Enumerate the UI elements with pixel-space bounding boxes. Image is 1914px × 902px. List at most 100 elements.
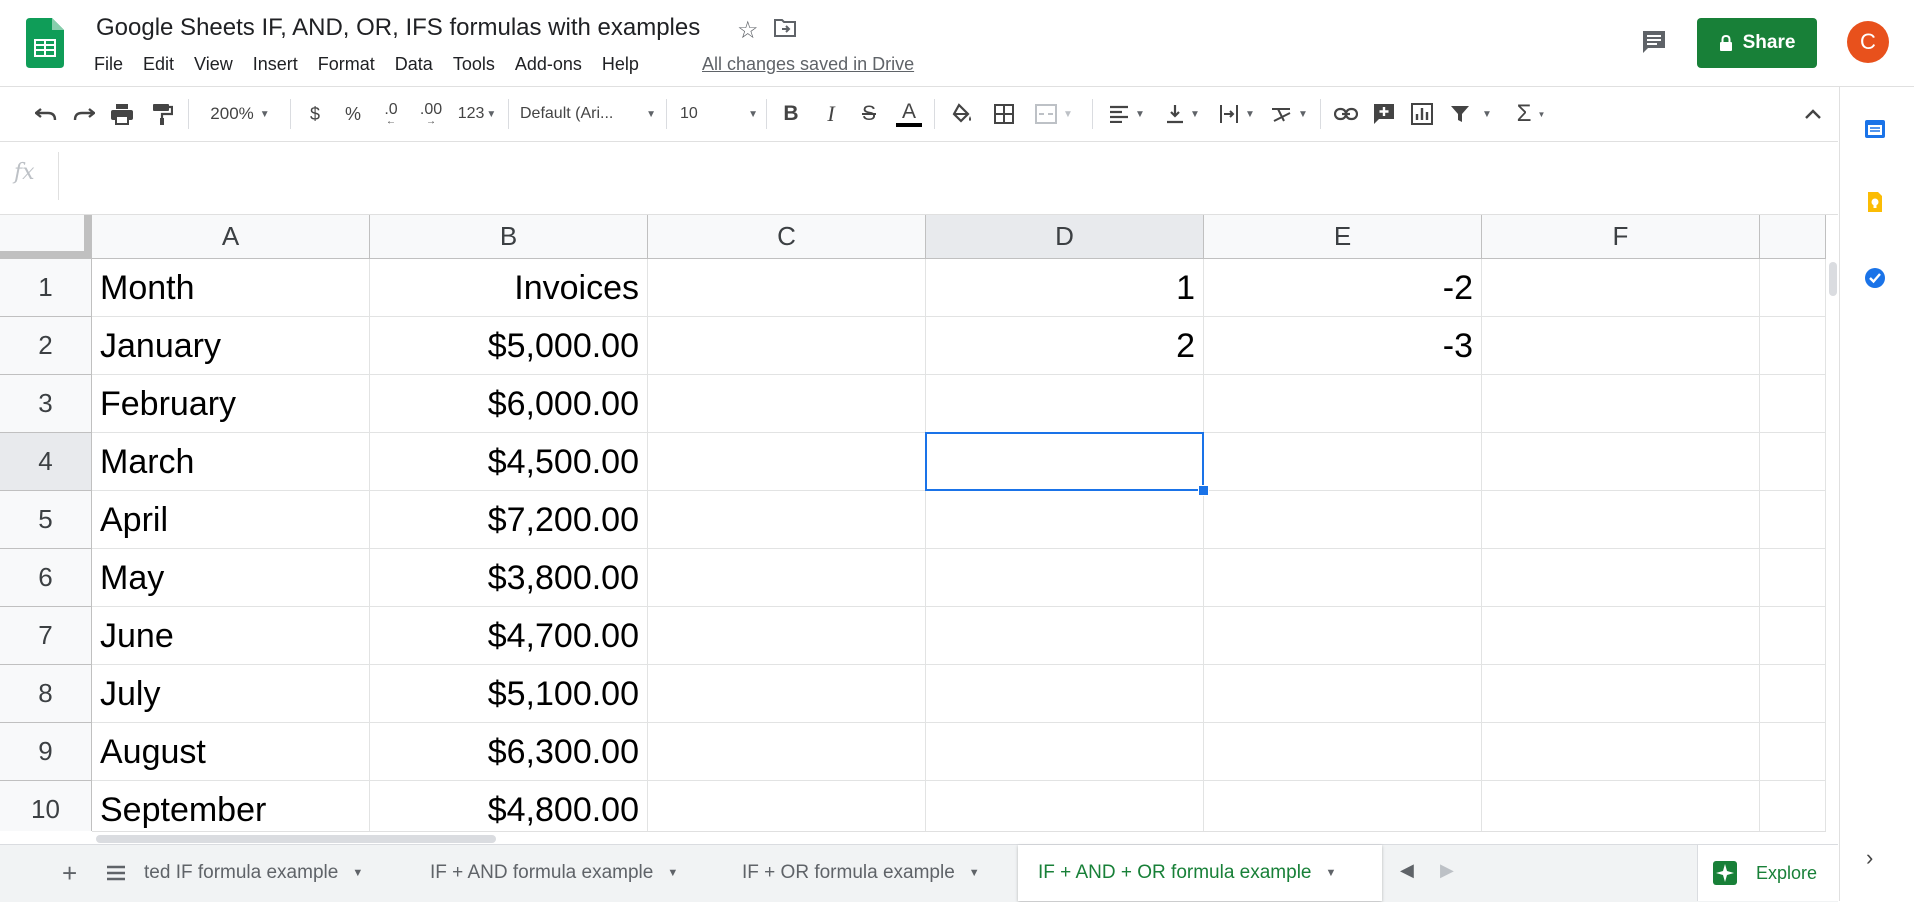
share-button[interactable]: Share (1697, 18, 1817, 68)
fill-handle[interactable] (1198, 485, 1209, 496)
formula-bar[interactable] (0, 142, 1838, 215)
cell-a7[interactable]: June (92, 607, 370, 665)
row-header-7[interactable]: 7 (0, 607, 92, 665)
print-icon[interactable] (106, 87, 138, 141)
borders-icon[interactable] (988, 87, 1020, 141)
comments-icon[interactable] (1640, 28, 1668, 56)
cell-d10[interactable] (926, 781, 1204, 831)
cell-f9[interactable] (1482, 723, 1760, 781)
vertical-align-icon[interactable]: ▼ (1160, 87, 1206, 141)
cell-g9[interactable] (1760, 723, 1826, 781)
cell-e4[interactable] (1204, 433, 1482, 491)
tasks-icon[interactable] (1864, 267, 1886, 289)
menu-file[interactable]: File (94, 54, 133, 76)
cell-a2[interactable]: January (92, 317, 370, 375)
column-header-b[interactable]: B (370, 215, 648, 259)
menu-help[interactable]: Help (592, 54, 649, 76)
cell-g7[interactable] (1760, 607, 1826, 665)
cell-a3[interactable]: February (92, 375, 370, 433)
row-header-10[interactable]: 10 (0, 781, 92, 831)
cell-d9[interactable] (926, 723, 1204, 781)
text-rotation-icon[interactable]: ▼ (1266, 87, 1312, 141)
column-header-a[interactable]: A (92, 215, 370, 259)
select-all-corner[interactable] (0, 215, 92, 259)
column-header-c[interactable]: C (648, 215, 926, 259)
format-percent-button[interactable]: % (338, 87, 368, 141)
cell-a10[interactable]: September (92, 781, 370, 831)
cell-f1[interactable] (1482, 259, 1760, 317)
column-header-e[interactable]: E (1204, 215, 1482, 259)
cell-a1[interactable]: Month (92, 259, 370, 317)
cell-a9[interactable]: August (92, 723, 370, 781)
cell-d5[interactable] (926, 491, 1204, 549)
italic-button[interactable]: I (816, 87, 846, 141)
menu-addons[interactable]: Add-ons (505, 54, 592, 76)
horizontal-scroll-thumb[interactable] (96, 835, 496, 843)
cell-f3[interactable] (1482, 375, 1760, 433)
calendar-icon[interactable] (1864, 117, 1886, 139)
menu-edit[interactable]: Edit (133, 54, 184, 76)
bold-button[interactable]: B (776, 87, 806, 141)
undo-icon[interactable] (30, 87, 62, 141)
insert-link-icon[interactable] (1330, 87, 1362, 141)
cell-b3[interactable]: $6,000.00 (370, 375, 648, 433)
cell-g4[interactable] (1760, 433, 1826, 491)
vertical-scroll-thumb[interactable] (1829, 262, 1837, 296)
cell-c3[interactable] (648, 375, 926, 433)
cell-f4[interactable] (1482, 433, 1760, 491)
cell-b5[interactable]: $7,200.00 (370, 491, 648, 549)
fill-color-icon[interactable] (946, 87, 978, 141)
cell-b1[interactable]: Invoices (370, 259, 648, 317)
paint-format-icon[interactable] (146, 87, 178, 141)
save-status-link[interactable]: All changes saved in Drive (702, 54, 914, 75)
sheet-tab-2[interactable]: IF + AND formula example ▼ (410, 845, 700, 901)
row-header-6[interactable]: 6 (0, 549, 92, 607)
cell-c8[interactable] (648, 665, 926, 723)
sheet-tab-1[interactable]: ted IF formula example ▼ (138, 845, 388, 901)
more-formats-button[interactable]: 123 ▼ (454, 87, 500, 141)
cell-f5[interactable] (1482, 491, 1760, 549)
cell-d1[interactable]: 1 (926, 259, 1204, 317)
cell-b8[interactable]: $5,100.00 (370, 665, 648, 723)
cell-c5[interactable] (648, 491, 926, 549)
column-header-f[interactable]: F (1482, 215, 1760, 259)
cell-b7[interactable]: $4,700.00 (370, 607, 648, 665)
zoom-select[interactable]: 200% ▼ (200, 87, 280, 141)
collapse-toolbar-icon[interactable] (1796, 87, 1830, 141)
chevron-right-icon[interactable]: › (1866, 845, 1873, 871)
chevron-down-icon[interactable]: ▼ (1326, 867, 1337, 879)
star-icon[interactable]: ☆ (737, 16, 759, 45)
cell-e6[interactable] (1204, 549, 1482, 607)
cell-b2[interactable]: $5,000.00 (370, 317, 648, 375)
cell-c6[interactable] (648, 549, 926, 607)
cell-g5[interactable] (1760, 491, 1826, 549)
sheet-tab-4[interactable]: IF + AND + OR formula example ▼ (1018, 845, 1382, 901)
chevron-down-icon[interactable]: ▼ (352, 867, 363, 879)
cell-g2[interactable] (1760, 317, 1826, 375)
cell-f7[interactable] (1482, 607, 1760, 665)
chevron-down-icon[interactable]: ▼ (667, 867, 678, 879)
cell-c2[interactable] (648, 317, 926, 375)
menu-format[interactable]: Format (308, 54, 385, 76)
increase-decimal-button[interactable]: .00 → (412, 87, 450, 141)
cell-a5[interactable]: April (92, 491, 370, 549)
row-header-3[interactable]: 3 (0, 375, 92, 433)
merge-cells-icon[interactable]: ▼ (1028, 87, 1080, 141)
sheets-logo-icon[interactable] (26, 18, 64, 68)
tab-scroll-right-icon[interactable]: ▶ (1440, 860, 1454, 881)
column-header-g[interactable] (1760, 215, 1826, 259)
cell-e10[interactable] (1204, 781, 1482, 831)
sheet-tab-3[interactable]: IF + OR formula example ▼ (722, 845, 1000, 901)
all-sheets-icon[interactable] (106, 865, 126, 881)
text-wrapping-icon[interactable]: ▼ (1214, 87, 1260, 141)
cell-f2[interactable] (1482, 317, 1760, 375)
chevron-down-icon[interactable]: ▼ (969, 867, 980, 879)
text-color-button[interactable]: A (892, 87, 926, 141)
cell-d3[interactable] (926, 375, 1204, 433)
cell-e8[interactable] (1204, 665, 1482, 723)
row-header-2[interactable]: 2 (0, 317, 92, 375)
format-currency-button[interactable]: $ (300, 87, 330, 141)
cell-e3[interactable] (1204, 375, 1482, 433)
redo-icon[interactable] (68, 87, 100, 141)
document-title[interactable]: Google Sheets IF, AND, OR, IFS formulas … (96, 14, 700, 42)
